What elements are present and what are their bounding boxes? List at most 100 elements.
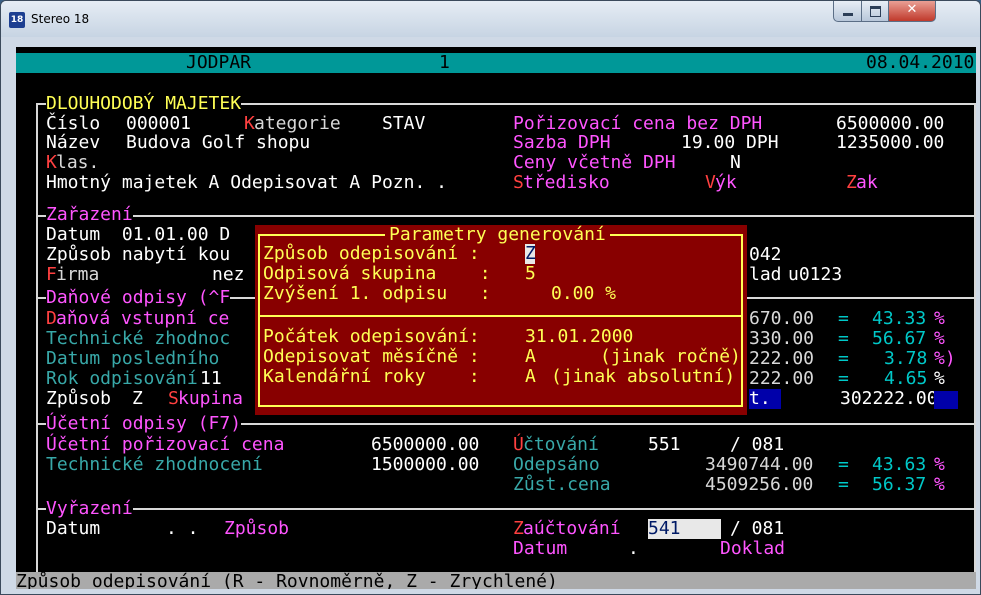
danove-unit-1: % bbox=[934, 328, 945, 349]
ceny-value[interactable]: N bbox=[730, 153, 741, 173]
window-title: Stereo 18 bbox=[31, 12, 90, 26]
danove-eq-2: = bbox=[838, 348, 849, 369]
hmotny-line[interactable]: Hmotný majetek A Odepisovat A Pozn. . bbox=[46, 173, 447, 193]
danove-amount-2: 222.00 bbox=[749, 348, 815, 369]
app-icon: 18 bbox=[9, 12, 25, 28]
nazev-label: Název bbox=[46, 132, 101, 153]
dlg-zpusob-label: Způsob odepisování : bbox=[263, 243, 480, 264]
rok-label: Rok odpisování bbox=[46, 368, 198, 389]
ucetni-tech-label: Technické zhodnocení bbox=[46, 454, 263, 475]
kategorie-value[interactable]: STAV bbox=[382, 114, 425, 134]
zpusob-label: Způsob bbox=[46, 388, 112, 409]
vyrazeni-datum-label: Datum bbox=[46, 518, 101, 539]
danove-pct-3: 4.65 bbox=[884, 368, 928, 389]
odepsano-value: 3490744.00 bbox=[705, 454, 814, 475]
danove-eq-1: = bbox=[838, 328, 849, 349]
vyrazeni-datum-value[interactable]: . . bbox=[166, 519, 199, 539]
danove-amount-1: 330.00 bbox=[749, 328, 815, 349]
dlg-zvyseni-value[interactable]: 0.00 % bbox=[551, 284, 616, 304]
zust-unit: % bbox=[934, 474, 945, 495]
cislo-label: Číslo bbox=[46, 113, 101, 134]
dph-value: 1235000.00 bbox=[836, 132, 945, 153]
close-button[interactable]: ✕ bbox=[888, 1, 936, 22]
odepsano-label: Odepsáno bbox=[513, 454, 600, 475]
vyk-label: ýk bbox=[715, 172, 737, 193]
odepsano-pct: 43.63 bbox=[872, 454, 927, 475]
ucetni-section-title: Účetní odpisy (F7) bbox=[46, 413, 242, 434]
dlg-kalendar-label: Kalendářní roky : bbox=[263, 366, 480, 387]
danove-pct-2: 3.78 bbox=[884, 348, 928, 369]
technicke-label: Technické zhodnoc bbox=[46, 328, 231, 349]
firma-value[interactable]: nez bbox=[212, 265, 245, 285]
asset-section-title: DLOUHODOBÝ MAJETEK bbox=[46, 93, 242, 114]
dlg-pocatek-label: Počátek odepisování: bbox=[263, 326, 480, 347]
zust-value: 4509256.00 bbox=[705, 474, 814, 495]
dlg-zpusob-input[interactable]: Z bbox=[525, 244, 536, 264]
minimize-button[interactable] bbox=[833, 1, 862, 22]
danove-unit-0: % bbox=[934, 308, 945, 329]
kategorie-label: ategorie bbox=[254, 113, 341, 134]
zpusob-nabyti-line[interactable]: Způsob nabytí kou bbox=[46, 245, 230, 265]
status-hint: Způsob odepisování (R - Rovnoměrně, Z - … bbox=[16, 571, 558, 590]
doklad-label: lad bbox=[749, 264, 782, 285]
danove-pct-0: 43.33 bbox=[872, 308, 927, 329]
vyrazeni-datum2-label: Datum bbox=[513, 538, 568, 559]
vyrazeni-datum2-value[interactable]: . bbox=[628, 539, 639, 559]
ucetni-tech-value[interactable]: 1500000.00 bbox=[371, 455, 479, 475]
danove-pct-1: 56.67 bbox=[872, 328, 927, 349]
dlg-pocatek-value[interactable]: 31.01.2000 bbox=[525, 327, 633, 347]
zust-pct: 56.37 bbox=[872, 474, 927, 495]
zust-label: Zůst.cena bbox=[513, 474, 611, 495]
stredisko-label: tředisko bbox=[523, 172, 610, 193]
zarazeni-section-title: Zařazení bbox=[46, 204, 133, 225]
danove-total-cell bbox=[934, 391, 958, 409]
dlg-kalendar-value[interactable]: A bbox=[525, 367, 536, 387]
uctovani-label: čtování bbox=[523, 434, 599, 455]
odepsano-eq: = bbox=[838, 454, 849, 475]
dlg-skupina-value[interactable]: 5 bbox=[525, 264, 536, 284]
sazba-value[interactable]: 19.00 DPH bbox=[681, 133, 779, 153]
cena-label: Pořizovací cena bez DPH bbox=[513, 113, 763, 134]
vyrazeni-section-title: Vyřazení bbox=[46, 498, 133, 519]
cislo-value[interactable]: 000001 bbox=[126, 114, 191, 134]
vyrazeni-doklad-label: Doklad bbox=[720, 538, 786, 559]
danove-total: 302222.00 bbox=[840, 388, 938, 409]
zpusob-value[interactable]: Z bbox=[132, 389, 143, 409]
danove-t-field[interactable]: t. bbox=[749, 389, 781, 409]
doklad-value[interactable]: u0123 bbox=[788, 265, 842, 285]
generation-params-dialog: Parametry generování Způsob odepisování … bbox=[255, 225, 747, 415]
zauctovani-value[interactable]: 541 bbox=[648, 519, 721, 539]
terminal-screen[interactable]: JODPAR 1 08.04.2010 DLOUHODOBÝ MAJETEK Č… bbox=[16, 47, 976, 589]
title-bar[interactable]: 18 Stereo 18 ✕ bbox=[1, 1, 980, 37]
dlg-skupina-label: Odpisová skupina : bbox=[263, 263, 491, 284]
datum-posledniho-label: Datum posledního bbox=[46, 348, 220, 369]
danove-amount-0: 670.00 bbox=[749, 308, 815, 329]
ceny-label: Ceny včetně DPH bbox=[513, 152, 676, 173]
danove-amount-3: 222.00 bbox=[749, 368, 815, 389]
ucetni-poriz-value[interactable]: 6500000.00 bbox=[371, 435, 479, 455]
dlg-mesicne-label: Odepisovat měsíčně : bbox=[263, 346, 480, 367]
zust-eq: = bbox=[838, 474, 849, 495]
dialog-separator bbox=[258, 315, 743, 317]
datum-line[interactable]: Datum 01.01.00 D bbox=[46, 225, 230, 245]
dlg-kalendar-note: (jinak absolutní) bbox=[551, 366, 736, 387]
uctovani-value[interactable]: 551 bbox=[648, 435, 681, 455]
zak-label: ak bbox=[856, 172, 878, 193]
app-window: 18 Stereo 18 ✕ JODPAR 1 08.04.2010 DLOUH… bbox=[0, 0, 981, 595]
cena-value[interactable]: 6500000.00 bbox=[836, 114, 944, 134]
dialog-title: Parametry generování bbox=[385, 225, 610, 245]
danove-eq-3: = bbox=[838, 368, 849, 389]
header-date: 08.04.2010 bbox=[866, 52, 975, 73]
ucetni-poriz-label: Účetní pořizovací cena bbox=[46, 434, 285, 455]
sazba-label: Sazba DPH bbox=[513, 132, 611, 153]
firma-label: irma bbox=[56, 264, 100, 285]
dlg-mesicne-value[interactable]: A bbox=[525, 347, 536, 367]
odepsano-unit: % bbox=[934, 454, 945, 475]
dlg-zvyseni-label: Zvýšení 1. odpisu : bbox=[263, 283, 491, 304]
rok-value[interactable]: 11 bbox=[200, 369, 222, 389]
danova-label: aňová vstupní ce bbox=[56, 308, 230, 329]
maximize-button[interactable] bbox=[861, 1, 889, 22]
danove-unit-3: % bbox=[934, 368, 945, 389]
nazev-value[interactable]: Budova Golf shopu bbox=[126, 133, 310, 153]
screen-number: 1 bbox=[439, 52, 450, 73]
